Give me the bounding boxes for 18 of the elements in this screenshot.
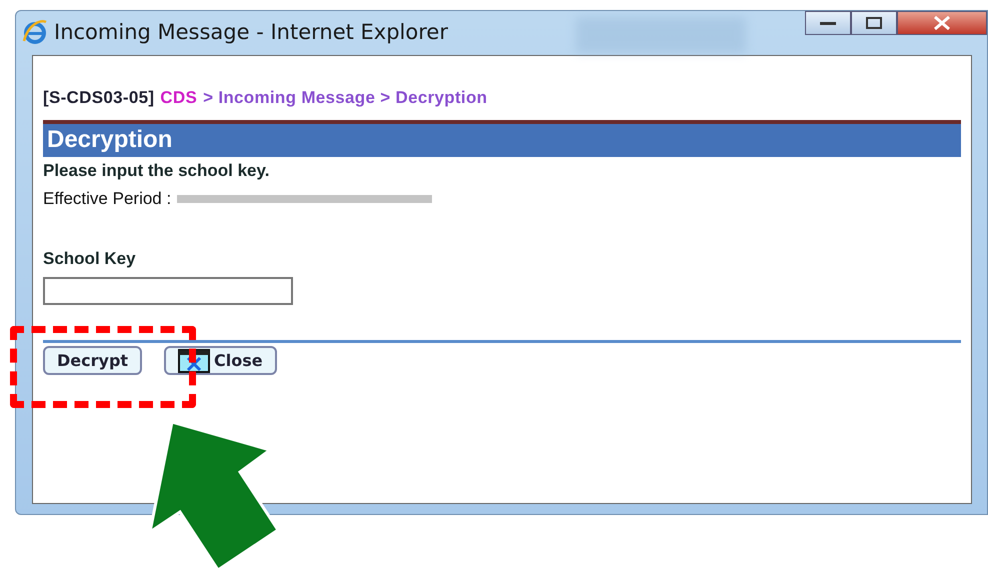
- breadcrumb-module: CDS: [160, 88, 198, 108]
- close-button[interactable]: Close: [164, 346, 277, 375]
- minimize-icon: [820, 20, 836, 26]
- window-title: Incoming Message - Internet Explorer: [54, 20, 448, 44]
- breadcrumb-path: > Incoming Message > Decryption: [203, 88, 488, 108]
- close-button[interactable]: [897, 11, 987, 35]
- screen-code: [S-CDS03-05]: [43, 88, 154, 108]
- effective-period-label: Effective Period :: [43, 189, 172, 209]
- decrypt-button[interactable]: Decrypt: [43, 346, 142, 375]
- section-title: Decryption: [43, 120, 961, 157]
- instruction-text: Please input the school key.: [43, 161, 270, 181]
- maximize-icon: [866, 17, 882, 29]
- browser-logo-icon: [22, 19, 48, 45]
- school-key-label: School Key: [43, 249, 137, 269]
- close-icon: [933, 16, 951, 30]
- school-key-field[interactable]: [43, 277, 293, 305]
- minimize-button[interactable]: [805, 11, 851, 35]
- maximize-button[interactable]: [851, 11, 897, 35]
